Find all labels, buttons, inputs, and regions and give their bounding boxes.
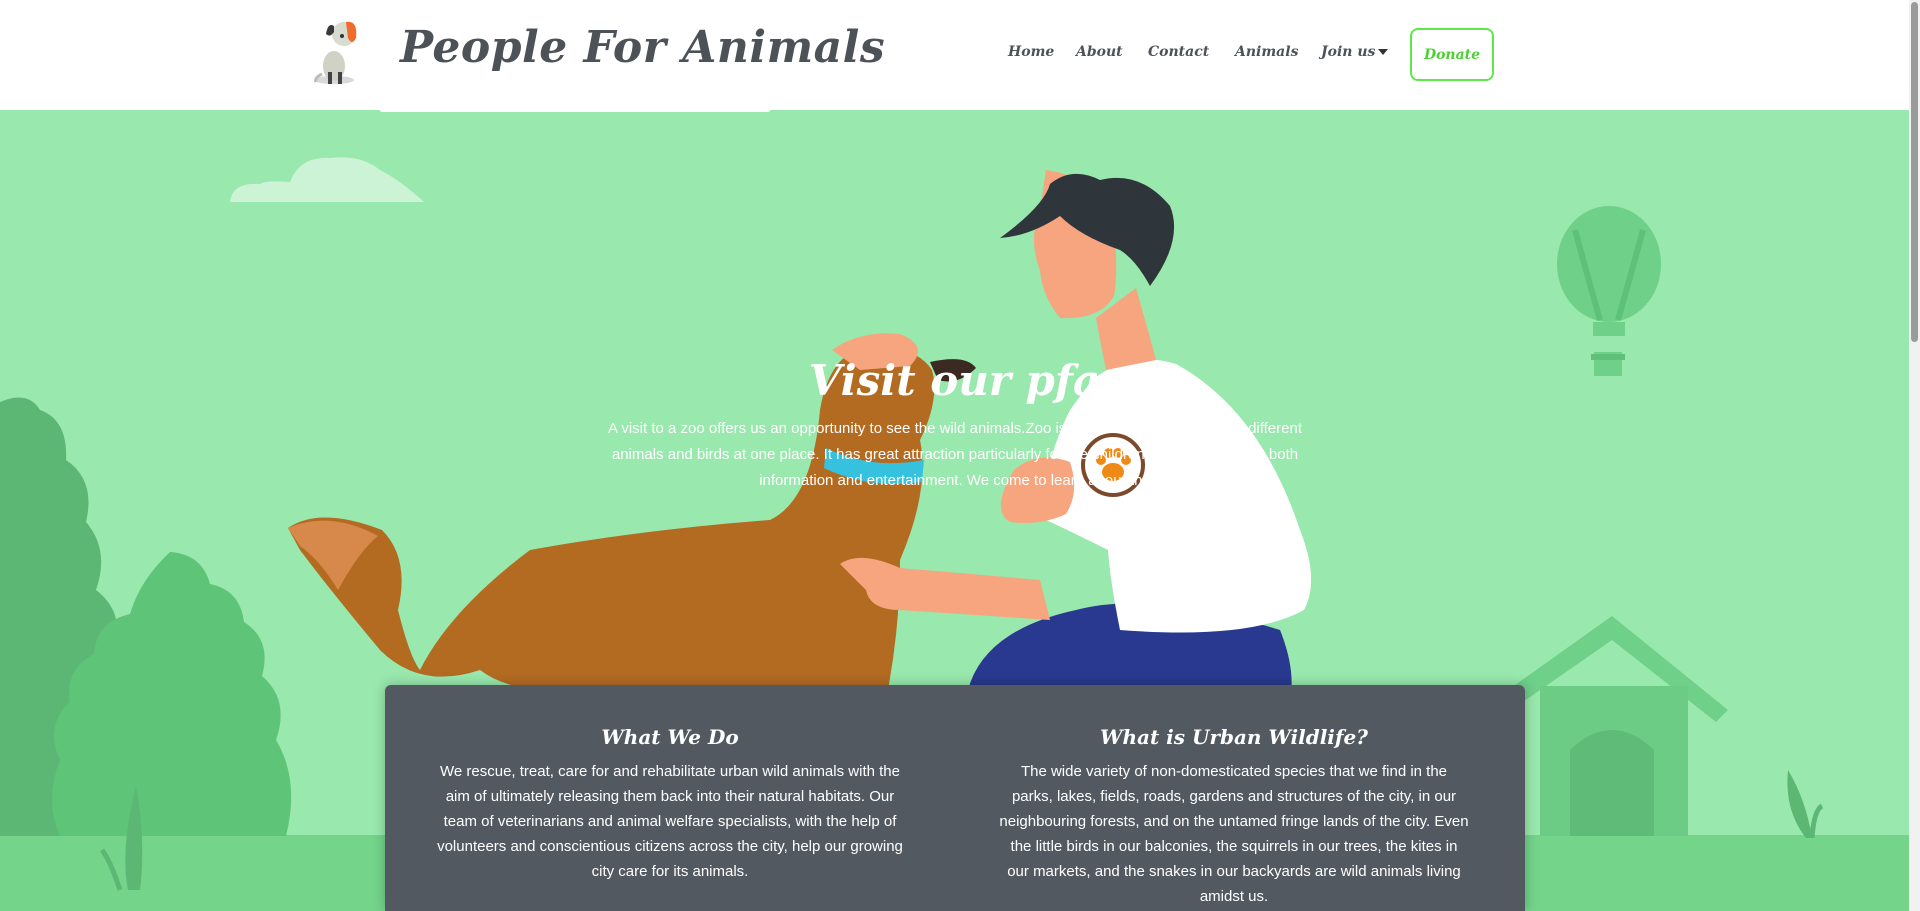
- cloud-shape: [230, 157, 424, 202]
- nav-join-dropdown[interactable]: Join us: [1321, 44, 1389, 60]
- caret-down-icon: [1378, 49, 1389, 55]
- brand-name[interactable]: People For Animals: [400, 22, 885, 73]
- nav-contact[interactable]: Contact: [1148, 44, 1209, 60]
- page-scrollbar[interactable]: [1909, 0, 1920, 911]
- info-panel: What We Do We rescue, treat, care for an…: [385, 685, 1525, 911]
- hero-description: A visit to a zoo offers us an opportunit…: [608, 420, 1302, 489]
- what-we-do-text: We rescue, treat, care for and rehabilit…: [437, 763, 903, 880]
- donate-button[interactable]: Donate: [1410, 28, 1494, 81]
- dog-house: [1508, 616, 1728, 836]
- urban-wildlife-title: What is Urban Wildlife?: [1100, 725, 1368, 749]
- nav-about[interactable]: About: [1076, 44, 1123, 60]
- hot-air-balloon: [1557, 206, 1661, 376]
- what-we-do-title: What We Do: [601, 725, 739, 749]
- nav-animals[interactable]: Animals: [1235, 44, 1298, 60]
- hero-title: Visit our pfa: [808, 356, 1101, 405]
- nav-join-label: Join us: [1321, 44, 1376, 60]
- urban-wildlife-text: The wide variety of non-domesticated spe…: [999, 763, 1469, 905]
- urban-wildlife-section: What is Urban Wildlife? The wide variety…: [999, 725, 1469, 909]
- dog-logo-icon[interactable]: [312, 16, 370, 86]
- what-we-do-section: What We Do We rescue, treat, care for an…: [435, 725, 905, 884]
- site-header: People For Animals Home About Contact An…: [0, 0, 1909, 112]
- scrollbar-thumb[interactable]: [1911, 2, 1918, 342]
- nav-home[interactable]: Home: [1008, 44, 1054, 60]
